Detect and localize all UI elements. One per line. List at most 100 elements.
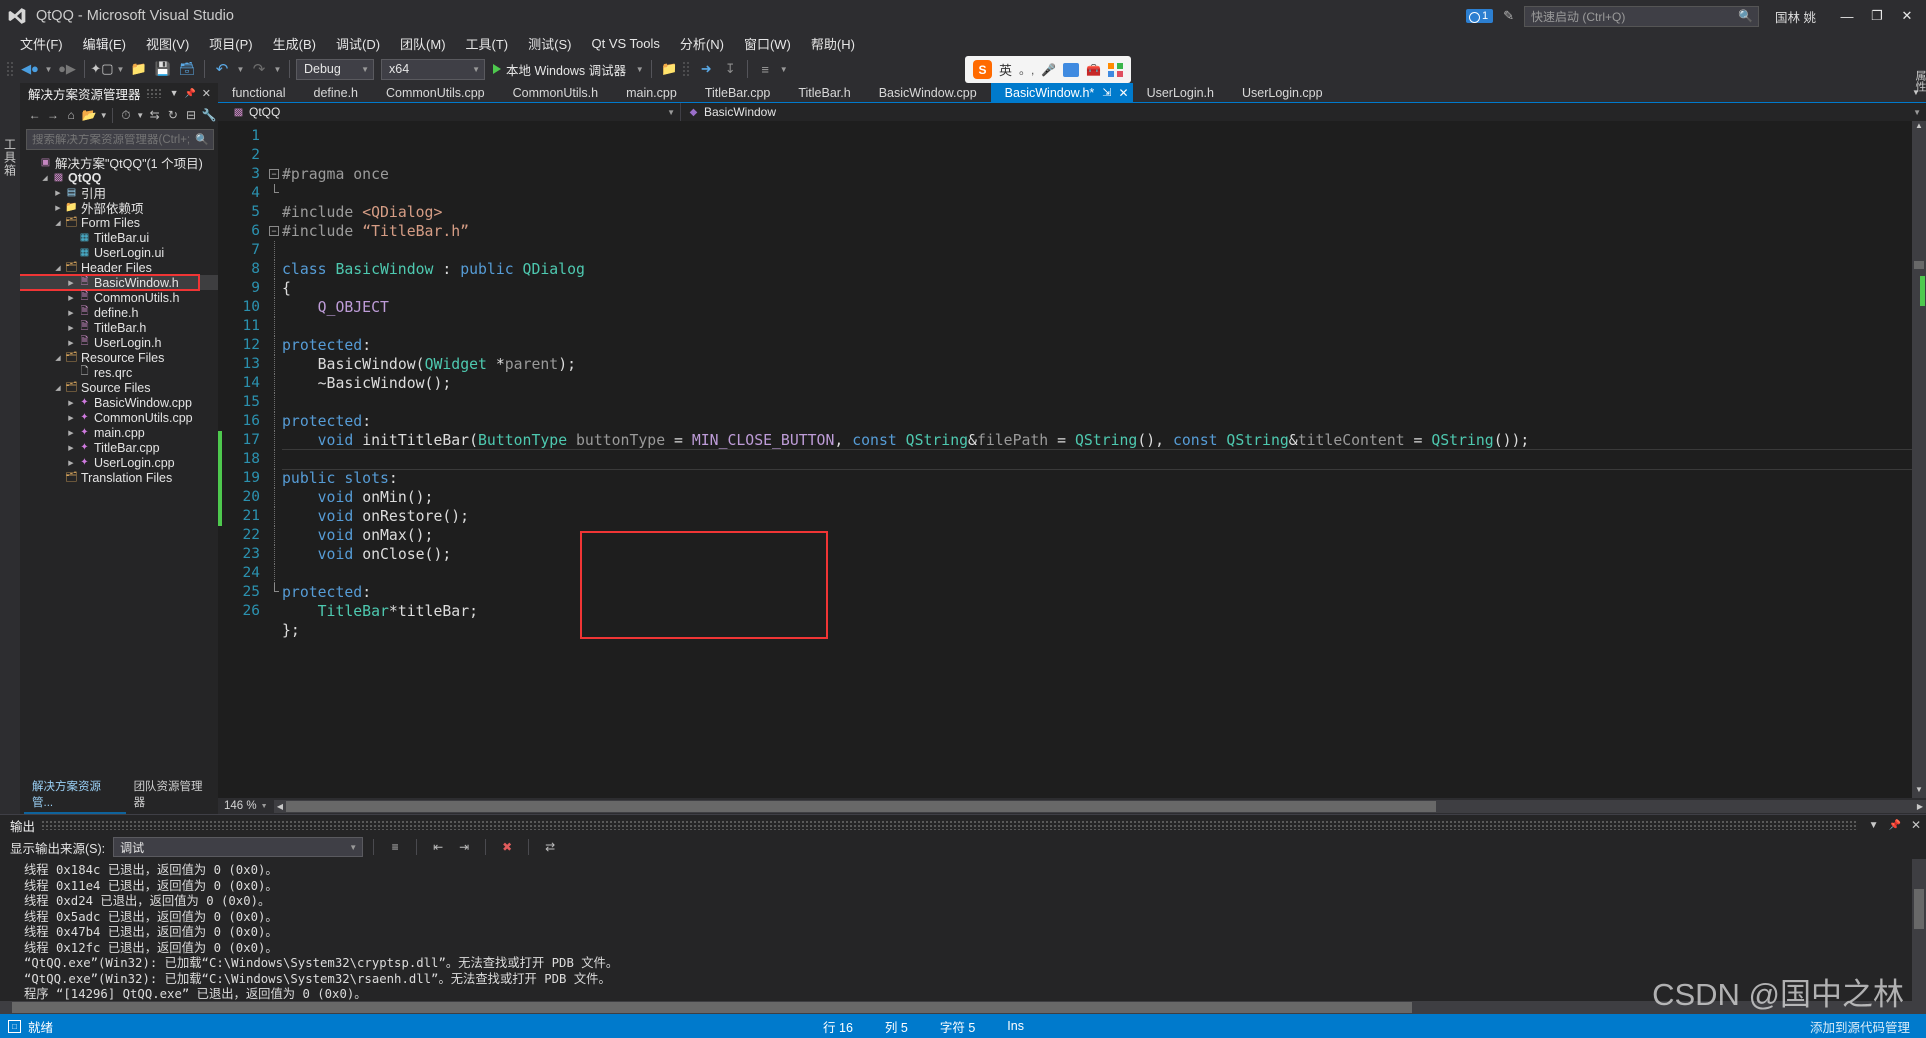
search-input[interactable] [32, 133, 196, 146]
fold-cell[interactable] [268, 393, 282, 412]
fold-cell[interactable] [268, 450, 282, 469]
toolbar-grip[interactable] [6, 61, 14, 77]
code-line[interactable] [282, 564, 1912, 583]
fold-cell[interactable] [268, 146, 282, 165]
user-account-name[interactable]: 国林 姚 [1775, 7, 1816, 26]
properties-icon[interactable]: 🔧 [201, 105, 218, 125]
output-text[interactable]: 线程 0x184c 已退出，返回值为 0 (0x0)。 线程 0x11e4 已退出… [0, 859, 1926, 1001]
chevron-right-icon[interactable]: ▶ [52, 189, 64, 197]
tree-item[interactable]: ▶ ✦ main.cpp [20, 425, 218, 440]
tree-item[interactable]: ▶ ✦ BasicWindow.cpp [20, 395, 218, 410]
menu-item-12[interactable]: 帮助(H) [801, 32, 865, 55]
fold-cell[interactable] [268, 507, 282, 526]
collapse-icon[interactable]: − [269, 169, 279, 179]
editor-horizontal-scrollbar[interactable]: ◀ ▶ [274, 799, 1926, 813]
fold-cell[interactable] [268, 602, 282, 621]
editor-tab-2[interactable]: CommonUtils.cpp [372, 83, 499, 102]
fold-cell[interactable] [268, 469, 282, 488]
tree-item[interactable]: ▶ 🗎 TitleBar.h [20, 320, 218, 335]
back-icon[interactable]: ← [26, 105, 43, 125]
editor-tab-0[interactable]: functional [218, 83, 300, 102]
new-project-icon[interactable]: ✦▢ [90, 58, 113, 80]
refresh-icon[interactable]: ↻ [164, 105, 181, 125]
menu-item-7[interactable]: 工具(T) [456, 32, 519, 55]
collapse-all-icon[interactable]: ⊟ [182, 105, 199, 125]
chevron-right-icon[interactable]: ▶ [65, 429, 77, 437]
add-to-source-control[interactable]: 添加到源代码管理 [1794, 1017, 1926, 1036]
tree-item[interactable]: ▣ 解决方案"QtQQ"(1 个项目) [20, 155, 218, 171]
fold-cell[interactable] [268, 184, 282, 203]
code-line[interactable]: }; [282, 621, 1912, 640]
scroll-up-icon[interactable]: ▲ [1912, 121, 1926, 134]
code-line[interactable]: #pragma once [282, 165, 1912, 184]
navbar-symbol-selector[interactable]: ◆ BasicWindow ▼ [681, 103, 1926, 122]
indent-icon[interactable]: ≡ [754, 58, 776, 80]
fold-cell[interactable]: − [268, 165, 282, 184]
chevron-down-icon[interactable]: ◢ [52, 264, 64, 272]
tree-item[interactable]: ◢ ▩ QtQQ [20, 170, 218, 185]
tree-item[interactable]: ▶ 📁 外部依赖项 [20, 200, 218, 216]
editor-tab-7[interactable]: BasicWindow.cpp [865, 83, 991, 102]
chevron-down-icon[interactable]: ◢ [52, 354, 64, 362]
redo-icon[interactable]: ↷ [248, 58, 270, 80]
pin-icon[interactable]: ⇲ [1102, 86, 1111, 99]
code-line[interactable] [282, 393, 1912, 412]
code-line[interactable] [282, 640, 1912, 659]
toolbox-rail[interactable]: 工具箱 [0, 83, 20, 814]
pending-changes-icon[interactable]: ⏱ [117, 105, 134, 125]
chevron-right-icon[interactable]: ▶ [65, 444, 77, 452]
output-source-combo[interactable]: 调试 ▼ [113, 837, 364, 857]
fold-cell[interactable] [268, 526, 282, 545]
fold-cell[interactable] [268, 564, 282, 583]
ime-mode-label[interactable]: 英 [999, 60, 1012, 79]
fold-cell[interactable] [268, 412, 282, 431]
code-line[interactable]: void initTitleBar(ButtonType buttonType … [282, 431, 1912, 450]
editor-tab-10[interactable]: UserLogin.cpp [1228, 83, 1337, 102]
apps-grid-icon[interactable] [1108, 62, 1124, 77]
undo-dropdown-icon[interactable]: ▼ [235, 58, 246, 80]
pointer-select-icon[interactable]: ➜ [695, 58, 717, 80]
tree-item[interactable]: ▶ 🗎 define.h [20, 305, 218, 320]
toggle-word-wrap-icon[interactable]: ⇄ [539, 837, 561, 857]
show-all-files-icon[interactable]: 📂 [81, 105, 98, 125]
fold-cell[interactable] [268, 431, 282, 450]
close-button[interactable]: ✕ [1892, 3, 1922, 29]
fold-cell[interactable] [268, 355, 282, 374]
pin-icon[interactable]: 📌 [182, 88, 199, 99]
tree-item[interactable]: ▶ ✦ CommonUtils.cpp [20, 410, 218, 425]
attach-process-icon[interactable]: 📁 [658, 58, 680, 80]
chevron-right-icon[interactable]: ▶ [65, 294, 77, 302]
code-text[interactable]: #pragma once #include <QDialog> #include “… [282, 121, 1912, 798]
chevron-down-icon[interactable]: ◢ [39, 174, 51, 182]
tree-item[interactable]: ▦ TitleBar.ui [20, 230, 218, 245]
fold-cell[interactable] [268, 545, 282, 564]
sync-icon[interactable]: ⇆ [146, 105, 163, 125]
chevron-right-icon[interactable]: ▶ [65, 324, 77, 332]
tree-item[interactable]: ◢ 🗂 Source Files [20, 380, 218, 395]
clear-all-icon[interactable]: ✖ [496, 837, 518, 857]
output-vertical-scrollbar[interactable] [1912, 859, 1926, 1001]
fold-cell[interactable] [268, 488, 282, 507]
tree-item[interactable]: ◢ 🗂 Resource Files [20, 350, 218, 365]
debug-target-dropdown-icon[interactable]: ▼ [634, 58, 645, 80]
fold-cell[interactable] [268, 279, 282, 298]
microphone-icon[interactable]: 🎤 [1041, 63, 1056, 77]
go-to-previous-icon[interactable]: ⇤ [427, 837, 449, 857]
chevron-right-icon[interactable]: ▶ [65, 399, 77, 407]
editor-tab-4[interactable]: main.cpp [612, 83, 691, 102]
platform-combo[interactable]: x64 ▼ [381, 58, 485, 80]
find-message-icon[interactable]: ≡ [384, 837, 406, 857]
solution-panel-tab-1[interactable]: 团队资源管理器 [126, 776, 218, 814]
pin-icon[interactable]: 📌 [1883, 820, 1905, 831]
fold-cell[interactable] [268, 127, 282, 146]
save-all-icon[interactable]: 🗃 [176, 58, 198, 80]
chevron-down-icon[interactable]: ▼ [167, 88, 182, 98]
keyboard-icon[interactable] [1063, 62, 1080, 77]
maximize-button[interactable]: ❐ [1862, 3, 1892, 29]
chevron-right-icon[interactable]: ▶ [65, 459, 77, 467]
code-line[interactable] [282, 241, 1912, 260]
fold-cell[interactable] [268, 583, 282, 602]
solution-tree[interactable]: ▣ 解决方案"QtQQ"(1 个项目) ◢ ▩ QtQQ ▶ ▤ 引用 ▶ 📁 外部依赖项 ◢ 🗂 For… [20, 153, 218, 794]
menu-item-10[interactable]: 分析(N) [670, 32, 734, 55]
solution-search-box[interactable]: 🔍 [26, 129, 214, 150]
